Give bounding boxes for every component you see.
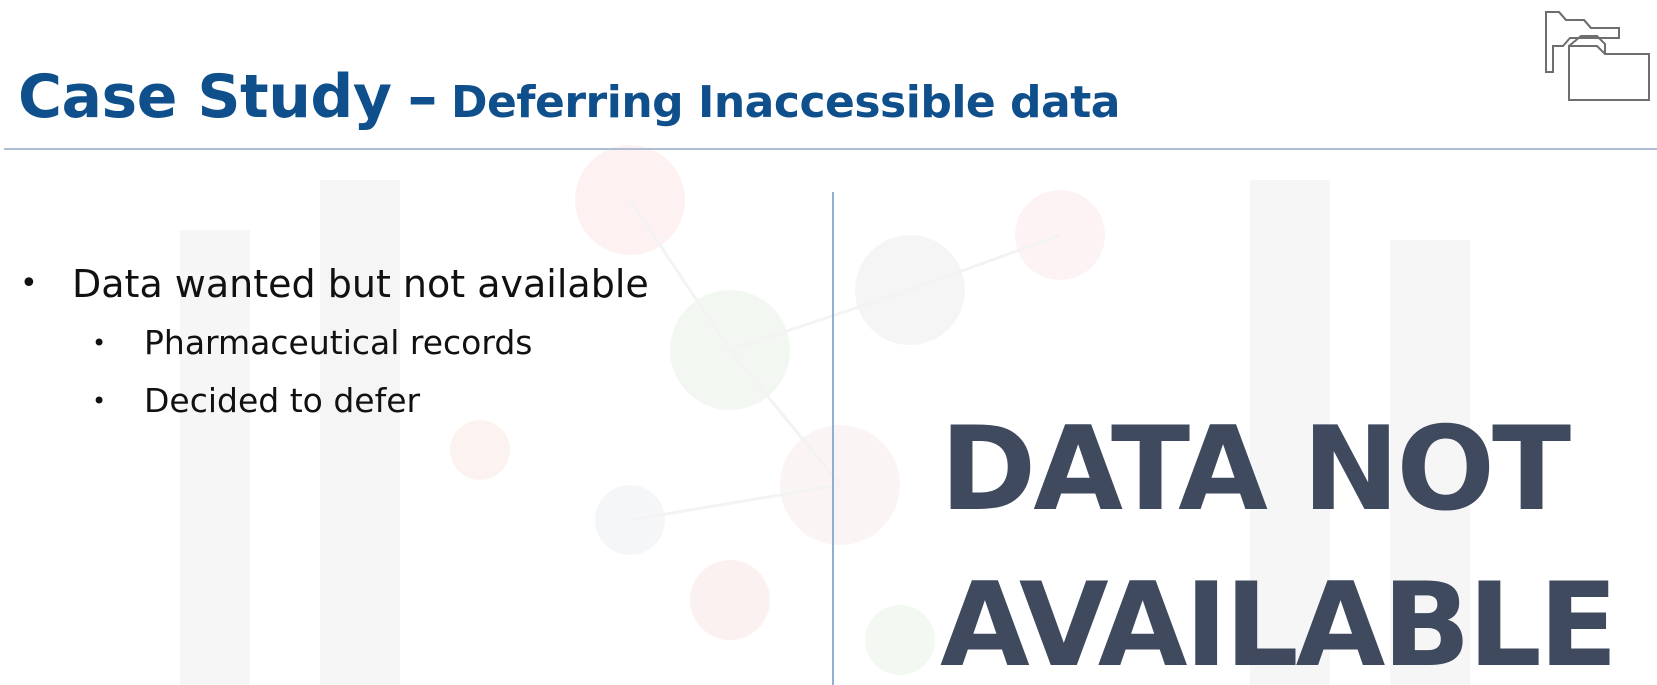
- sub-bullet-list: Pharmaceutical records Decided to defer: [72, 314, 649, 430]
- title-underline: [4, 148, 1657, 150]
- bullet-list: Data wanted but not available Pharmaceut…: [20, 258, 649, 430]
- sub-bullet-text: Decided to defer: [144, 381, 421, 420]
- folders-icon: [1545, 11, 1650, 101]
- title-main: Case Study: [18, 62, 392, 132]
- data-not-available-graphic: DATA NOT AVAILABLE: [940, 392, 1640, 685]
- column-divider: [832, 192, 834, 685]
- title-dash: –: [407, 62, 438, 132]
- slide: Case Study–Deferring Inaccessible data D…: [0, 0, 1657, 685]
- bullet-text: Data wanted but not available: [72, 262, 649, 306]
- sub-bullet-item: Decided to defer: [72, 372, 649, 430]
- graphic-line-2: AVAILABLE: [940, 558, 1618, 685]
- title-subtitle: Deferring Inaccessible data: [451, 77, 1120, 128]
- slide-title: Case Study – Deferring Inaccessible data: [18, 62, 1120, 132]
- bullet-item: Data wanted but not available Pharmaceut…: [20, 258, 649, 430]
- sub-bullet-item: Pharmaceutical records: [72, 314, 649, 372]
- graphic-line-1: DATA NOT: [940, 402, 1571, 537]
- sub-bullet-text: Pharmaceutical records: [144, 323, 533, 362]
